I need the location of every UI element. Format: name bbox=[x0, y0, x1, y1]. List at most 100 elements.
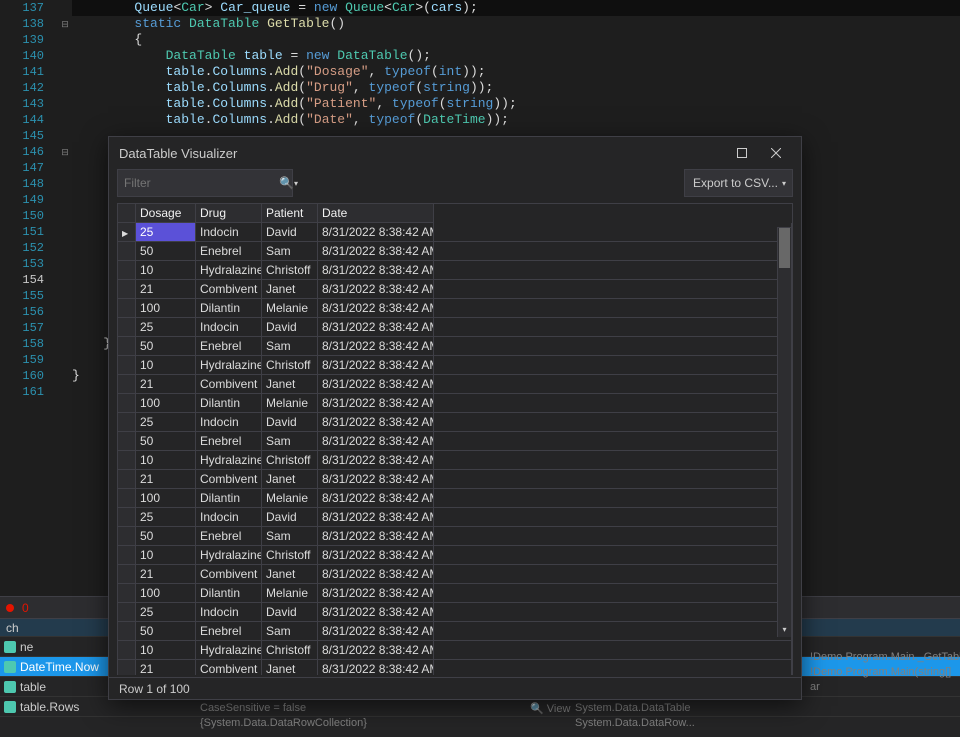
row-header[interactable] bbox=[118, 356, 136, 375]
table-row[interactable]: 25IndocinDavid8/31/2022 8:38:42 AM bbox=[118, 603, 792, 622]
cell-dosage[interactable]: 21 bbox=[136, 565, 196, 584]
table-row[interactable]: 21CombiventJanet8/31/2022 8:38:42 AM bbox=[118, 375, 792, 394]
cell-patient[interactable]: Janet bbox=[262, 660, 318, 675]
cell-drug[interactable]: Dilantin bbox=[196, 299, 262, 318]
cell-date[interactable]: 8/31/2022 8:38:42 AM bbox=[318, 432, 434, 451]
filter-box[interactable]: 🔍 ▾ bbox=[117, 169, 293, 197]
cell-dosage[interactable]: 21 bbox=[136, 470, 196, 489]
table-row[interactable]: 50EnebrelSam8/31/2022 8:38:42 AM bbox=[118, 527, 792, 546]
row-header[interactable] bbox=[118, 375, 136, 394]
cell-drug[interactable]: Enebrel bbox=[196, 622, 262, 641]
column-header-date[interactable]: Date bbox=[318, 204, 434, 223]
view-link[interactable]: 🔍 View bbox=[530, 702, 570, 715]
cell-drug[interactable]: Hydralazine bbox=[196, 261, 262, 280]
table-row[interactable]: 10HydralazineChristoff8/31/2022 8:38:42 … bbox=[118, 546, 792, 565]
table-row[interactable]: 50EnebrelSam8/31/2022 8:38:42 AM bbox=[118, 622, 792, 641]
row-header[interactable] bbox=[118, 451, 136, 470]
row-header[interactable] bbox=[118, 242, 136, 261]
cell-dosage[interactable]: 21 bbox=[136, 375, 196, 394]
code-line[interactable]: table.Columns.Add("Drug", typeof(string)… bbox=[72, 80, 960, 96]
row-header[interactable] bbox=[118, 508, 136, 527]
row-header[interactable] bbox=[118, 641, 136, 660]
cell-date[interactable]: 8/31/2022 8:38:42 AM bbox=[318, 375, 434, 394]
cell-date[interactable]: 8/31/2022 8:38:42 AM bbox=[318, 508, 434, 527]
cell-drug[interactable]: Indocin bbox=[196, 603, 262, 622]
cell-date[interactable]: 8/31/2022 8:38:42 AM bbox=[318, 413, 434, 432]
stack-frame[interactable]: !Demo.Program.Main(string[] ar bbox=[810, 665, 960, 695]
row-header[interactable] bbox=[118, 489, 136, 508]
vertical-scrollbar[interactable]: ▾ bbox=[777, 227, 792, 637]
cell-dosage[interactable]: 25 bbox=[136, 223, 196, 242]
column-header-dosage[interactable]: Dosage bbox=[136, 204, 196, 223]
table-row[interactable]: 100DilantinMelanie8/31/2022 8:38:42 AM bbox=[118, 299, 792, 318]
cell-patient[interactable]: Janet bbox=[262, 280, 318, 299]
cell-dosage[interactable]: 50 bbox=[136, 432, 196, 451]
code-line[interactable]: table.Columns.Add("Dosage", typeof(int))… bbox=[72, 64, 960, 80]
table-row[interactable]: 10HydralazineChristoff8/31/2022 8:38:42 … bbox=[118, 641, 792, 660]
grid-corner[interactable] bbox=[118, 204, 136, 223]
table-row[interactable]: 21CombiventJanet8/31/2022 8:38:42 AM bbox=[118, 660, 792, 675]
cell-date[interactable]: 8/31/2022 8:38:42 AM bbox=[318, 299, 434, 318]
column-header-patient[interactable]: Patient bbox=[262, 204, 318, 223]
cell-drug[interactable]: Enebrel bbox=[196, 337, 262, 356]
table-row[interactable]: 25IndocinDavid8/31/2022 8:38:42 AM bbox=[118, 223, 792, 242]
table-row[interactable]: 25IndocinDavid8/31/2022 8:38:42 AM bbox=[118, 508, 792, 527]
cell-patient[interactable]: David bbox=[262, 223, 318, 242]
cell-dosage[interactable]: 10 bbox=[136, 451, 196, 470]
cell-date[interactable]: 8/31/2022 8:38:42 AM bbox=[318, 356, 434, 375]
cell-patient[interactable]: Janet bbox=[262, 470, 318, 489]
cell-date[interactable]: 8/31/2022 8:38:42 AM bbox=[318, 603, 434, 622]
row-header[interactable] bbox=[118, 223, 136, 242]
row-header[interactable] bbox=[118, 660, 136, 675]
table-row[interactable]: 100DilantinMelanie8/31/2022 8:38:42 AM bbox=[118, 584, 792, 603]
cell-date[interactable]: 8/31/2022 8:38:42 AM bbox=[318, 451, 434, 470]
table-row[interactable]: 21CombiventJanet8/31/2022 8:38:42 AM bbox=[118, 565, 792, 584]
cell-dosage[interactable]: 21 bbox=[136, 280, 196, 299]
cell-drug[interactable]: Hydralazine bbox=[196, 356, 262, 375]
cell-dosage[interactable]: 25 bbox=[136, 318, 196, 337]
cell-dosage[interactable]: 100 bbox=[136, 584, 196, 603]
cell-dosage[interactable]: 10 bbox=[136, 261, 196, 280]
cell-date[interactable]: 8/31/2022 8:38:42 AM bbox=[318, 622, 434, 641]
table-row[interactable]: 10HydralazineChristoff8/31/2022 8:38:42 … bbox=[118, 261, 792, 280]
cell-drug[interactable]: Dilantin bbox=[196, 489, 262, 508]
filter-input[interactable] bbox=[124, 176, 279, 190]
row-header[interactable] bbox=[118, 318, 136, 337]
row-header[interactable] bbox=[118, 603, 136, 622]
cell-drug[interactable]: Combivent bbox=[196, 375, 262, 394]
data-grid[interactable]: DosageDrugPatientDate 25IndocinDavid8/31… bbox=[117, 203, 793, 675]
cell-dosage[interactable]: 50 bbox=[136, 337, 196, 356]
scrollbar-thumb[interactable] bbox=[779, 228, 790, 268]
row-header[interactable] bbox=[118, 394, 136, 413]
row-header[interactable] bbox=[118, 337, 136, 356]
cell-drug[interactable]: Enebrel bbox=[196, 242, 262, 261]
cell-date[interactable]: 8/31/2022 8:38:42 AM bbox=[318, 584, 434, 603]
cell-drug[interactable]: Indocin bbox=[196, 318, 262, 337]
search-icon[interactable]: 🔍 bbox=[279, 176, 294, 190]
cell-date[interactable]: 8/31/2022 8:38:42 AM bbox=[318, 641, 434, 660]
cell-patient[interactable]: Sam bbox=[262, 337, 318, 356]
cell-drug[interactable]: Hydralazine bbox=[196, 641, 262, 660]
cell-drug[interactable]: Hydralazine bbox=[196, 546, 262, 565]
code-line[interactable]: Queue<Car> Car_queue = new Queue<Car>(ca… bbox=[72, 0, 960, 16]
cell-dosage[interactable]: 25 bbox=[136, 508, 196, 527]
code-line[interactable]: DataTable table = new DataTable(); bbox=[72, 48, 960, 64]
cell-dosage[interactable]: 10 bbox=[136, 641, 196, 660]
filter-dropdown-icon[interactable]: ▾ bbox=[294, 179, 298, 188]
row-header[interactable] bbox=[118, 413, 136, 432]
cell-drug[interactable]: Combivent bbox=[196, 280, 262, 299]
cell-patient[interactable]: David bbox=[262, 508, 318, 527]
cell-dosage[interactable]: 10 bbox=[136, 546, 196, 565]
cell-patient[interactable]: Christoff bbox=[262, 546, 318, 565]
table-row[interactable]: 21CombiventJanet8/31/2022 8:38:42 AM bbox=[118, 280, 792, 299]
cell-patient[interactable]: Sam bbox=[262, 242, 318, 261]
cell-patient[interactable]: Sam bbox=[262, 432, 318, 451]
scroll-down-icon[interactable]: ▾ bbox=[778, 622, 791, 637]
row-header[interactable] bbox=[118, 280, 136, 299]
cell-patient[interactable]: Janet bbox=[262, 565, 318, 584]
cell-drug[interactable]: Indocin bbox=[196, 508, 262, 527]
cell-date[interactable]: 8/31/2022 8:38:42 AM bbox=[318, 280, 434, 299]
cell-patient[interactable]: Christoff bbox=[262, 451, 318, 470]
cell-patient[interactable]: David bbox=[262, 603, 318, 622]
cell-date[interactable]: 8/31/2022 8:38:42 AM bbox=[318, 470, 434, 489]
